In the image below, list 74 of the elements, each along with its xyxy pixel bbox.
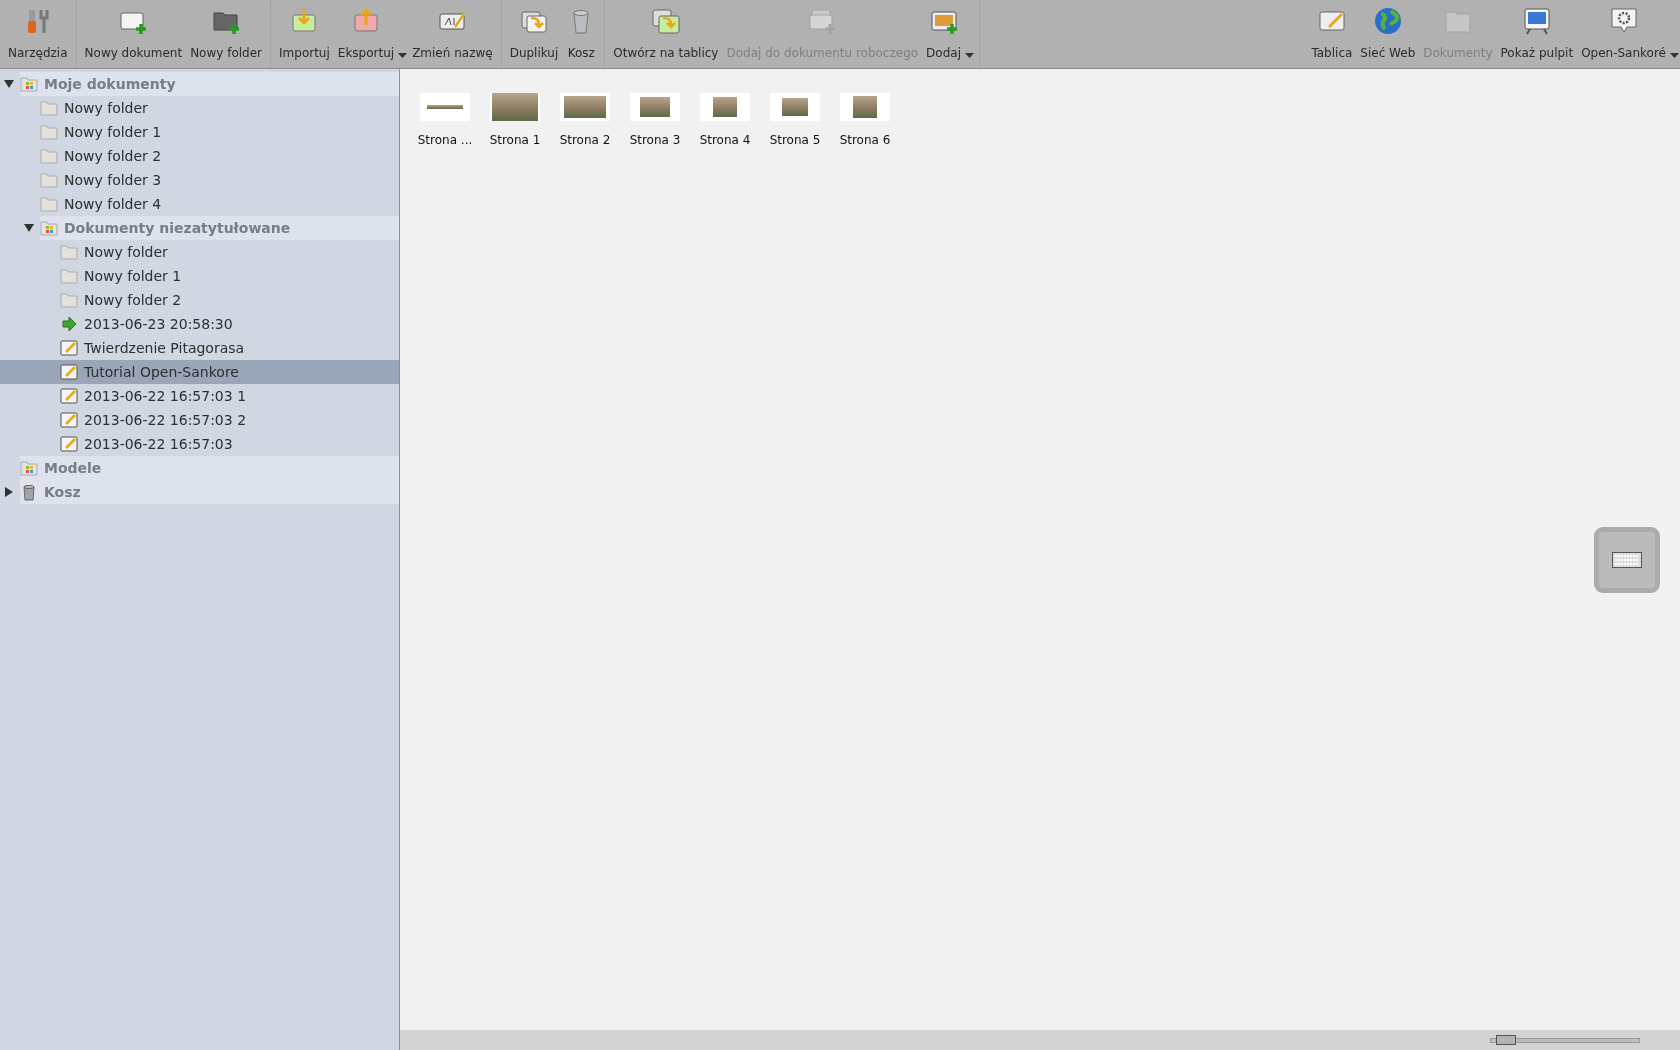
folder-icon	[60, 243, 78, 261]
tree-item[interactable]: Nowy folder 2	[60, 288, 399, 312]
tree-item[interactable]: 2013-06-22 16:57:03 1	[60, 384, 399, 408]
keyboard-icon	[1612, 552, 1642, 568]
toolbar-button[interactable]: Zmień nazwę	[408, 0, 497, 68]
tree-item[interactable]: Nowy folder	[40, 96, 399, 120]
folder-icon	[60, 291, 78, 309]
toolbar-button[interactable]: Dodaj	[922, 0, 975, 68]
page-label: Strona 5	[769, 133, 821, 147]
tree-item[interactable]: 2013-06-22 16:57:03 2	[60, 408, 399, 432]
tree-item[interactable]: 2013-06-22 16:57:03	[60, 432, 399, 456]
toolbar-button[interactable]: Nowy dokument	[80, 0, 187, 68]
add-pages-icon	[807, 6, 838, 36]
page-thumbnail[interactable]	[700, 93, 750, 121]
tree-item[interactable]: Nowy folder 2	[40, 144, 399, 168]
folder-icon	[40, 123, 58, 141]
toolbar-button[interactable]: Open-Sankoré	[1577, 0, 1680, 68]
tree-item[interactable]: Nowy folder 1	[40, 120, 399, 144]
toolbar-button[interactable]: Importuj	[275, 0, 334, 68]
tree-item[interactable]: 2013-06-23 20:58:30	[60, 312, 399, 336]
colored-folder-icon	[20, 75, 38, 93]
toolbar-button[interactable]: Duplikuj	[505, 0, 563, 68]
toolbar-button[interactable]: Narzędzia	[4, 0, 72, 68]
colored-folder-icon	[20, 459, 38, 477]
toolbar-button[interactable]: Pokaż pulpit	[1496, 0, 1578, 68]
tree-item[interactable]: Nowy folder 3	[40, 168, 399, 192]
slider-thumb[interactable]	[1496, 1034, 1517, 1045]
collapse-arrow-icon[interactable]	[4, 79, 14, 89]
tree-item[interactable]: Twierdzenie Pitagorasa	[60, 336, 399, 360]
document-pencil-icon	[60, 435, 78, 453]
page-label: Strona 1	[489, 133, 541, 147]
expand-arrow-icon[interactable]	[4, 487, 14, 497]
document-pencil-icon	[60, 339, 78, 357]
toolbar-button[interactable]: Eksportuj	[333, 0, 409, 68]
folder-icon	[40, 99, 58, 117]
page-label: Strona 4	[699, 133, 751, 147]
colored-folder-icon	[40, 219, 58, 237]
toolbar-button[interactable]: Tablica	[1307, 0, 1357, 68]
folder-icon	[40, 195, 58, 213]
zoom-slider[interactable]	[1490, 1037, 1640, 1043]
toolbar-button[interactable]: Otwórz na tablicy	[609, 0, 723, 68]
page-thumbnail[interactable]	[490, 93, 540, 121]
document-pencil-icon	[60, 363, 78, 381]
tree-item[interactable]: Nowy folder	[60, 240, 399, 264]
arrow-right-icon	[60, 315, 78, 333]
page-label: Strona 3	[629, 133, 681, 147]
dropdown-caret-icon[interactable]	[1670, 53, 1679, 58]
document-pencil-icon	[60, 411, 78, 429]
collapse-arrow-icon[interactable]	[24, 223, 34, 233]
keyboard-button[interactable]	[1594, 527, 1660, 593]
tree-item[interactable]: Nowy folder 4	[40, 192, 399, 216]
page-thumbnail[interactable]	[560, 93, 610, 121]
page-label: Strona ...	[417, 133, 473, 147]
monitor-icon	[1521, 6, 1552, 36]
toolbar-button[interactable]: Kosz	[562, 0, 601, 68]
page-label: Strona 2	[559, 133, 611, 147]
tree-item[interactable]: Nowy folder 1	[60, 264, 399, 288]
trash-icon	[20, 483, 38, 501]
open-on-board-icon	[650, 6, 681, 36]
toolbar-button[interactable]: Sieć Web	[1356, 0, 1420, 68]
folder-icon	[40, 147, 58, 165]
folder-icon	[40, 171, 58, 189]
page-label: Strona 6	[839, 133, 891, 147]
tree-item[interactable]: Tutorial Open-Sankore	[0, 360, 399, 384]
toolbar-button[interactable]: Nowy folder	[186, 0, 267, 68]
globe-icon	[1372, 6, 1403, 36]
dropdown-caret-icon[interactable]	[965, 53, 974, 58]
folder-icon	[60, 267, 78, 285]
page-thumbnail[interactable]	[420, 93, 470, 121]
page-thumbnail[interactable]	[840, 93, 890, 121]
page-thumbnail[interactable]	[770, 93, 820, 121]
page-thumbnail[interactable]	[630, 93, 680, 121]
dropdown-caret-icon[interactable]	[398, 53, 408, 58]
document-pencil-icon	[60, 387, 78, 405]
